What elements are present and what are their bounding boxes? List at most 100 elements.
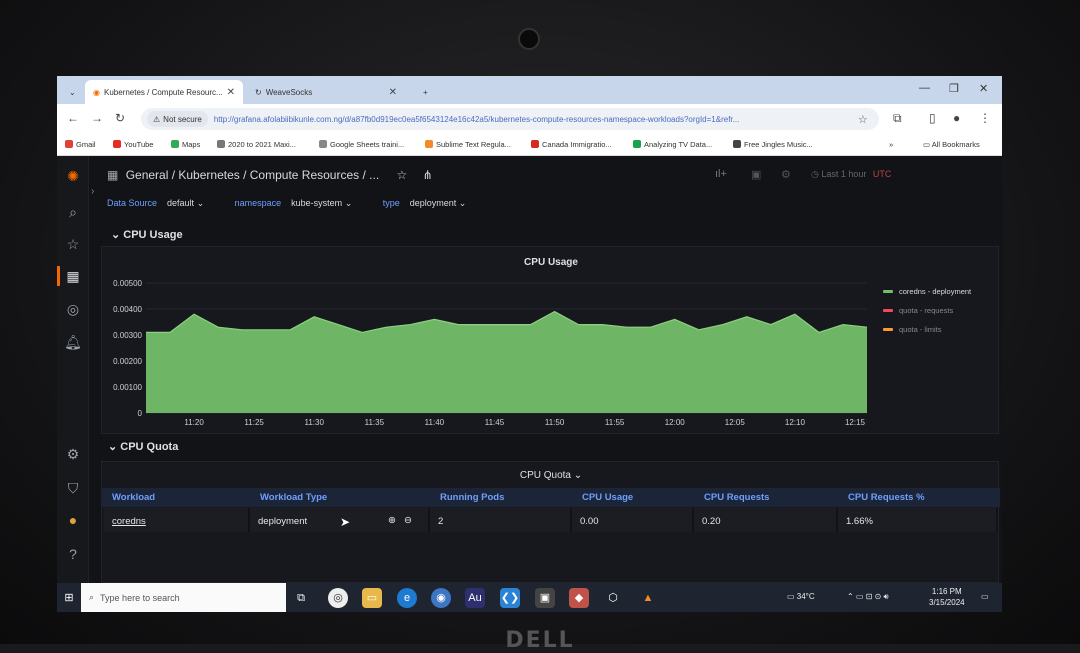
x-tick-label: 12:10 bbox=[785, 418, 806, 427]
alerting-icon[interactable]: 🔔︎ bbox=[64, 334, 82, 351]
help-icon[interactable]: ? bbox=[64, 546, 82, 562]
bookmark-maps[interactable]: Maps bbox=[171, 140, 200, 149]
settings-gear-icon[interactable]: ⚙ bbox=[64, 446, 82, 463]
bookmark-youtube[interactable]: YouTube bbox=[113, 140, 153, 149]
maximize-icon[interactable]: ❐ bbox=[949, 82, 959, 95]
sublime-icon bbox=[425, 140, 433, 148]
bookmark-tv-data[interactable]: Analyzing TV Data... bbox=[633, 140, 712, 149]
expand-icon[interactable]: › bbox=[91, 186, 94, 197]
column-header[interactable]: CPU Usage bbox=[582, 492, 633, 503]
column-header[interactable]: Workload Type bbox=[260, 492, 327, 503]
reload-icon[interactable]: ↻ bbox=[115, 111, 125, 125]
side-panel-icon[interactable]: ▯ bbox=[929, 111, 936, 125]
menu-icon[interactable]: ⋮ bbox=[979, 111, 991, 125]
windows-start-icon[interactable]: ⊞ bbox=[59, 588, 79, 608]
bookmark-canada[interactable]: Canada Immigratio... bbox=[531, 140, 612, 149]
bookmark-jingles[interactable]: Free Jingles Music... bbox=[733, 140, 813, 149]
cell-text: deployment bbox=[258, 516, 308, 527]
bookmark-label: Gmail bbox=[76, 140, 96, 149]
row-cpu-usage[interactable]: ⌄ CPU Usage bbox=[111, 228, 183, 241]
x-tick-label: 11:30 bbox=[305, 418, 325, 427]
dashboards-icon[interactable]: ▦ bbox=[64, 268, 82, 285]
laptop-screen: ⌄ ◉ Kubernetes / Compute Resourc... ✕ ↻ … bbox=[57, 76, 1002, 612]
bookmark-label: 2020 to 2021 Maxi... bbox=[228, 140, 296, 149]
browser-toolbar: ← → ↻ ⚠ Not secure http://grafana.afolab… bbox=[57, 104, 1002, 134]
time-picker[interactable]: ◷ Last 1 hour UTC bbox=[811, 169, 891, 180]
explore-icon[interactable]: ◎ bbox=[64, 301, 82, 318]
vscode-icon[interactable]: ❮❯ bbox=[500, 588, 520, 608]
chrome-icon[interactable]: ◉ bbox=[431, 588, 451, 608]
weather-widget[interactable]: ▭ 34°C bbox=[787, 592, 815, 601]
settings-icon[interactable]: ⚙ bbox=[781, 168, 791, 181]
laptop-logo: DELL bbox=[505, 628, 575, 653]
file-explorer-icon[interactable]: ▭ bbox=[362, 588, 382, 608]
more-bookmarks-icon[interactable]: » bbox=[889, 140, 893, 149]
temperature-label: 34°C bbox=[796, 592, 815, 601]
terminal-icon[interactable]: ▣ bbox=[535, 588, 555, 608]
extensions-icon[interactable]: ⧉ bbox=[893, 111, 902, 126]
y-tick-label: 0.00300 bbox=[113, 331, 142, 340]
chat-icon[interactable]: ◎ bbox=[328, 588, 348, 608]
column-header[interactable]: Running Pods bbox=[440, 492, 504, 503]
profile-avatar[interactable]: ● bbox=[953, 111, 960, 125]
panel-title[interactable]: CPU Quota ⌄ bbox=[102, 470, 1000, 481]
back-icon[interactable]: ← bbox=[67, 111, 79, 125]
vlc-icon[interactable]: ▲ bbox=[638, 588, 658, 608]
git-icon[interactable]: ◆ bbox=[569, 588, 589, 608]
bookmark-gmail[interactable]: Gmail bbox=[65, 140, 96, 149]
tray-icons[interactable]: ⌃ ▭ ⊡ ⊙ 🔊︎ bbox=[847, 592, 889, 602]
notification-icon[interactable]: ▭ bbox=[981, 592, 989, 601]
search-icon[interactable]: ⌕ bbox=[64, 204, 82, 221]
x-tick-label: 11:45 bbox=[485, 418, 505, 427]
add-panel-icon[interactable]: ıl+ bbox=[715, 168, 727, 180]
taskbar-search[interactable]: ⌕ Type here to search bbox=[81, 583, 286, 612]
bookmark-sublime[interactable]: Sublime Text Regula... bbox=[425, 140, 511, 149]
starred-icon[interactable]: ☆ bbox=[64, 236, 82, 253]
new-tab-button[interactable]: + bbox=[415, 80, 436, 104]
breadcrumb-text[interactable]: General / Kubernetes / Compute Resources… bbox=[126, 168, 379, 182]
audition-icon[interactable]: Au bbox=[465, 588, 485, 608]
user-avatar[interactable]: ● bbox=[64, 512, 82, 528]
var-select-type[interactable]: deployment ⌄ bbox=[410, 198, 467, 208]
time-label: 1:16 PM bbox=[931, 587, 962, 596]
forward-icon[interactable]: → bbox=[91, 111, 103, 125]
all-bookmarks[interactable]: ▭ All Bookmarks bbox=[923, 140, 980, 149]
tab-grafana[interactable]: ◉ Kubernetes / Compute Resourc... ✕ bbox=[85, 80, 243, 104]
template-variables: Data Source default ⌄ namespace kube-syste… bbox=[107, 198, 494, 216]
bookmark-sheets[interactable]: Google Sheets traini... bbox=[319, 140, 404, 149]
var-select-datasource[interactable]: default ⌄ bbox=[167, 198, 204, 208]
var-select-namespace[interactable]: kube-system ⌄ bbox=[291, 198, 352, 208]
edge-icon[interactable]: e bbox=[397, 588, 417, 608]
star-icon[interactable]: ☆ bbox=[397, 168, 408, 182]
save-icon[interactable]: ▣ bbox=[751, 168, 761, 181]
close-icon[interactable]: ✕ bbox=[389, 87, 397, 98]
column-header[interactable]: CPU Requests % bbox=[848, 492, 925, 503]
share-icon[interactable]: ⋔ bbox=[423, 168, 433, 182]
star-icon[interactable]: ☆ bbox=[858, 113, 868, 126]
tab-search-button[interactable]: ⌄ bbox=[61, 80, 81, 104]
task-view-icon[interactable]: ⧉ bbox=[291, 588, 311, 608]
row-cpu-quota[interactable]: ⌄ CPU Quota bbox=[108, 440, 178, 453]
minimize-icon[interactable]: — bbox=[919, 82, 930, 94]
address-bar[interactable]: ⚠ Not secure http://grafana.afolabiibiku… bbox=[141, 108, 879, 130]
close-icon[interactable]: ✕ bbox=[227, 87, 235, 98]
zoom-in-icon[interactable]: ⊕ bbox=[388, 515, 396, 526]
column-header[interactable]: CPU Requests bbox=[704, 492, 769, 503]
var-label-namespace: namespace bbox=[234, 198, 282, 208]
table-cell: 1.66% bbox=[838, 508, 998, 532]
clock[interactable]: 1:16 PM 3/15/2024 bbox=[929, 586, 965, 608]
table-cell[interactable]: coredns bbox=[104, 508, 250, 532]
cube-icon[interactable]: ⬡ bbox=[603, 588, 623, 608]
legend-entry: quota - limits bbox=[899, 325, 942, 334]
window-close-icon[interactable]: ✕ bbox=[979, 82, 988, 95]
tab-weavesocks[interactable]: ↻ WeaveSocks ✕ bbox=[247, 80, 405, 104]
column-header[interactable]: Workload bbox=[112, 492, 155, 503]
cpu-quota-panel: CPU Quota ⌄ Workload Workload Type Runni… bbox=[101, 461, 1000, 583]
var-label-datasource: Data Source bbox=[107, 198, 158, 208]
zoom-out-icon[interactable]: ⊖ bbox=[404, 515, 412, 526]
shield-icon[interactable]: ⛉ bbox=[64, 480, 82, 497]
grafana-logo-icon[interactable]: ✺ bbox=[64, 168, 82, 185]
bookmark-maxi[interactable]: 2020 to 2021 Maxi... bbox=[217, 140, 296, 149]
not-secure-badge[interactable]: ⚠ Not secure bbox=[147, 111, 208, 127]
workload-link[interactable]: coredns bbox=[112, 516, 146, 527]
